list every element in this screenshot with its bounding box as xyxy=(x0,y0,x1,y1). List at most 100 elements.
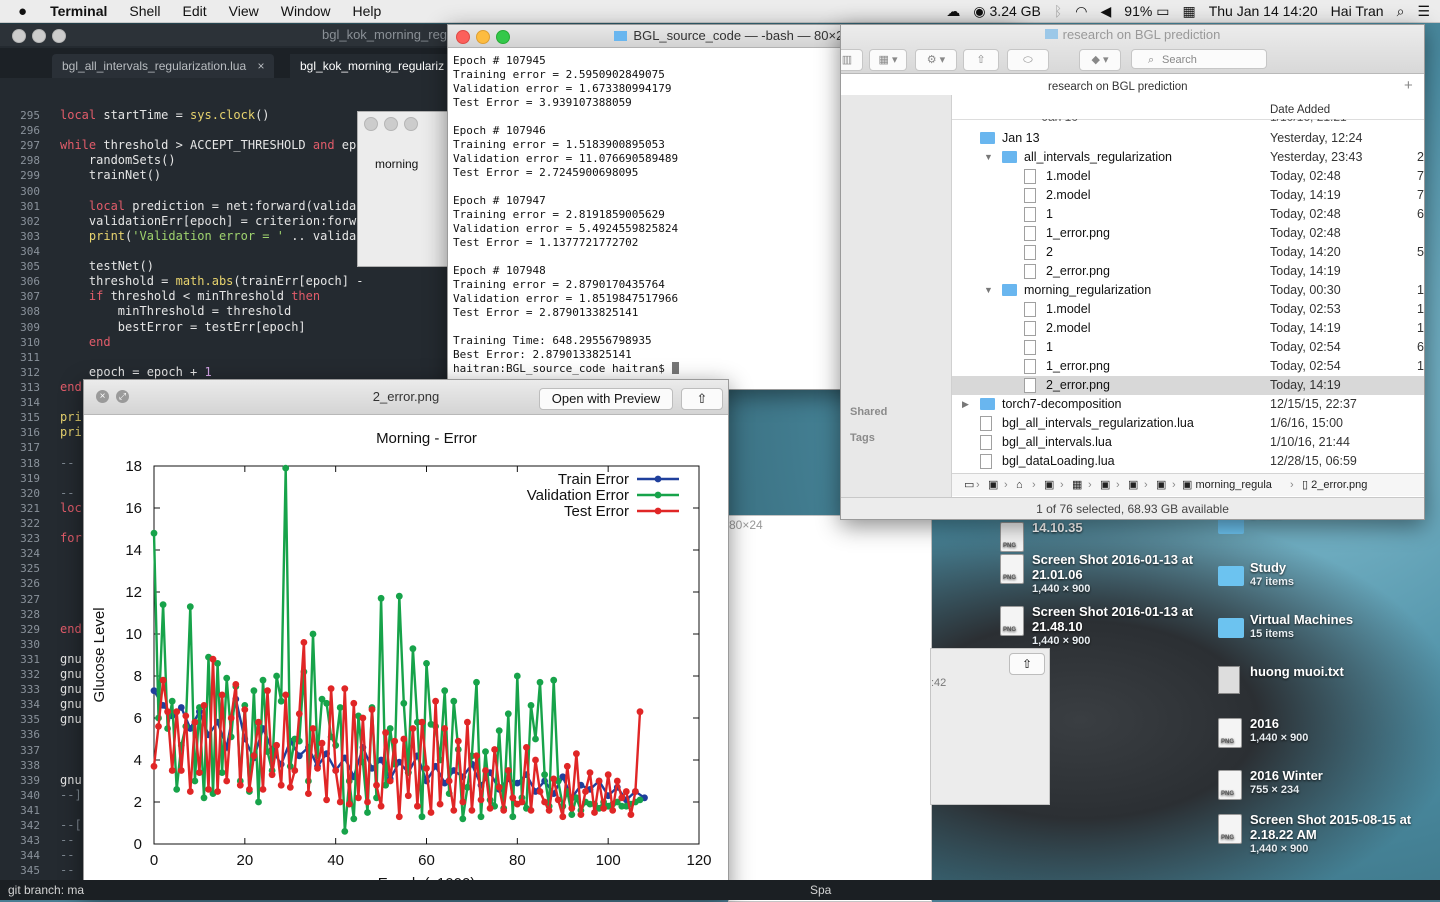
data-point xyxy=(182,712,190,720)
menu-app-name[interactable]: Terminal xyxy=(39,3,118,19)
terminal-cursor xyxy=(671,362,679,374)
column-date-added[interactable]: Date Added xyxy=(1270,104,1330,116)
status-right: Spa xyxy=(810,883,832,897)
minimize-button[interactable] xyxy=(384,117,398,131)
sidebar-shared[interactable]: Shared xyxy=(841,406,887,418)
arrange-button[interactable]: ▦ ▾ xyxy=(869,49,907,71)
bluetooth-icon[interactable]: ᛒ xyxy=(1054,3,1062,19)
file-row[interactable]: 2_error.png Today, 14:19 xyxy=(952,262,1424,281)
file-row[interactable]: 2.model Today, 14:19 7 xyxy=(952,186,1424,205)
column-view-button[interactable]: ▥ xyxy=(841,49,863,71)
memory-status[interactable]: ◉ 3.24 GB xyxy=(973,3,1040,20)
close-tab-icon[interactable]: × xyxy=(257,59,264,73)
minimize-button[interactable] xyxy=(476,30,490,44)
disclosure-open-icon[interactable]: ▼ xyxy=(984,281,993,300)
close-button[interactable] xyxy=(456,30,470,44)
data-point xyxy=(255,718,262,726)
file-row[interactable]: 1_error.png Today, 02:48 xyxy=(952,224,1424,243)
file-row[interactable]: bgl_dataLoading.lua 12/28/15, 06:59 xyxy=(952,452,1424,471)
data-point xyxy=(173,786,181,793)
path-folder-icon[interactable]: ▣ xyxy=(988,474,998,496)
share-icon[interactable]: ⇧ xyxy=(681,388,723,410)
menu-help[interactable]: Help xyxy=(342,3,393,19)
quick-look-window[interactable]: × ⤢ 2_error.png Open with Preview ⇧ Morn… xyxy=(83,379,729,897)
path-folder-icon[interactable]: ▦ xyxy=(1072,474,1082,496)
share-icon[interactable]: ⇧ xyxy=(1009,653,1045,675)
add-tab-icon[interactable]: + xyxy=(1404,77,1413,94)
file-row[interactable]: 1.model Today, 02:53 1 xyxy=(952,300,1424,319)
desktop-item-name: Screen Shot 2016-01-13 at xyxy=(1032,552,1194,567)
background-window[interactable]: :42 ⇧ xyxy=(930,648,1050,805)
finder-window[interactable]: research on BGL prediction ▥ ▦ ▾ ⚙ ▾ ⇧ ⬭… xyxy=(840,24,1425,520)
morning-window[interactable]: morning xyxy=(357,111,453,267)
open-with-preview-button[interactable]: Open with Preview xyxy=(539,388,673,410)
search-field[interactable]: ⌕ Search xyxy=(1131,49,1267,69)
path-segment-file[interactable]: ▯ 2_error.png xyxy=(1302,474,1367,496)
file-row[interactable]: 1.model Today, 02:48 7 xyxy=(952,167,1424,186)
apple-menu-icon[interactable]: ● xyxy=(0,3,39,20)
notification-center-icon[interactable]: ☰ xyxy=(1417,3,1430,20)
user-name[interactable]: Hai Tran xyxy=(1331,3,1384,19)
file-row[interactable]: ▼ all_intervals_regularization Yesterday, … xyxy=(952,148,1424,167)
menu-view[interactable]: View xyxy=(218,3,270,19)
close-button[interactable] xyxy=(12,29,26,43)
y-tick-label: 8 xyxy=(134,668,142,685)
zoom-button[interactable] xyxy=(404,117,418,131)
wifi-icon[interactable]: ◠ xyxy=(1075,3,1087,20)
disclosure-closed-icon[interactable]: ▶ xyxy=(962,395,969,414)
minimize-button[interactable] xyxy=(32,29,46,43)
cloud-icon[interactable]: ☁ xyxy=(946,3,960,20)
file-row[interactable]: bgl_all_intervals.lua 1/10/16, 21:44 xyxy=(952,433,1424,452)
background-terminal-window[interactable]: 80×24 xyxy=(728,515,932,902)
path-folder-icon[interactable]: ▣ xyxy=(1156,474,1166,496)
file-row[interactable]: 1_error.png Today, 02:54 1 xyxy=(952,357,1424,376)
file-row[interactable]: Jan 13 Yesterday, 12:24 xyxy=(952,129,1424,148)
file-row[interactable]: 1 Today, 02:48 6 xyxy=(952,205,1424,224)
share-button[interactable]: ⇧ xyxy=(963,49,999,71)
line-number: 325 xyxy=(20,562,40,576)
tab-morning[interactable]: bgl_kok_morning_regulariz xyxy=(290,54,450,78)
file-row[interactable]: bgl_all_intervals_regularization.lua 1/6/… xyxy=(952,414,1424,433)
menu-window[interactable]: Window xyxy=(270,3,342,19)
file-date: 12/15/15, 22:37 xyxy=(1270,397,1357,411)
zoom-button[interactable] xyxy=(496,30,510,44)
line-number: 305 xyxy=(20,260,40,274)
file-row[interactable]: ▶ torch7-decomposition 12/15/15, 22:37 xyxy=(952,395,1424,414)
data-point xyxy=(395,592,403,600)
file-row[interactable]: 1 Today, 02:54 6 xyxy=(952,338,1424,357)
data-point xyxy=(186,603,194,611)
path-segment-folder[interactable]: ▣ morning_regula xyxy=(1182,474,1272,496)
data-point xyxy=(459,815,467,823)
zoom-button[interactable] xyxy=(52,29,66,43)
battery-status[interactable]: 91% ▭ xyxy=(1124,3,1169,20)
data-point xyxy=(332,767,340,774)
path-folder-icon[interactable]: ▣ xyxy=(1100,474,1110,496)
sidebar-tags[interactable]: Tags xyxy=(841,432,875,444)
action-gear-button[interactable]: ⚙ ▾ xyxy=(915,49,957,71)
data-point xyxy=(500,807,508,814)
disk-icon[interactable]: ▭ xyxy=(964,474,974,496)
menu-edit[interactable]: Edit xyxy=(172,3,218,19)
home-icon[interactable]: ⌂ xyxy=(1016,474,1023,496)
x-tick-label: 80 xyxy=(509,852,526,869)
data-point xyxy=(246,786,253,793)
file-row[interactable]: 2 Today, 14:20 5 xyxy=(952,243,1424,262)
tags-button[interactable]: ⬭ xyxy=(1007,49,1049,71)
close-button[interactable] xyxy=(364,117,378,131)
y-tick-label: 2 xyxy=(134,794,142,811)
line-number: 320 xyxy=(20,486,40,500)
file-row[interactable]: 2_error.png Today, 14:19 xyxy=(952,376,1424,395)
path-folder-icon[interactable]: ▣ xyxy=(1128,474,1138,496)
path-folder-icon[interactable]: ▣ xyxy=(1044,474,1054,496)
menu-shell[interactable]: Shell xyxy=(118,3,171,19)
file-row[interactable]: ▼ morning_regularization Today, 00:30 1 xyxy=(952,281,1424,300)
volume-icon[interactable]: ◀ xyxy=(1101,3,1112,20)
spotlight-search-icon[interactable]: ⌕ xyxy=(1397,3,1405,20)
data-point xyxy=(345,800,353,808)
tab-all-intervals[interactable]: bgl_all_intervals_regularization.lua × xyxy=(52,54,275,78)
disclosure-open-icon[interactable]: ▼ xyxy=(984,148,993,167)
input-flag-icon[interactable]: ▦ xyxy=(1182,3,1195,20)
clock[interactable]: Thu Jan 14 14:20 xyxy=(1209,3,1318,19)
dropbox-button[interactable]: ◆ ▾ xyxy=(1079,49,1121,71)
file-row[interactable]: 2.model Today, 14:19 1 xyxy=(952,319,1424,338)
